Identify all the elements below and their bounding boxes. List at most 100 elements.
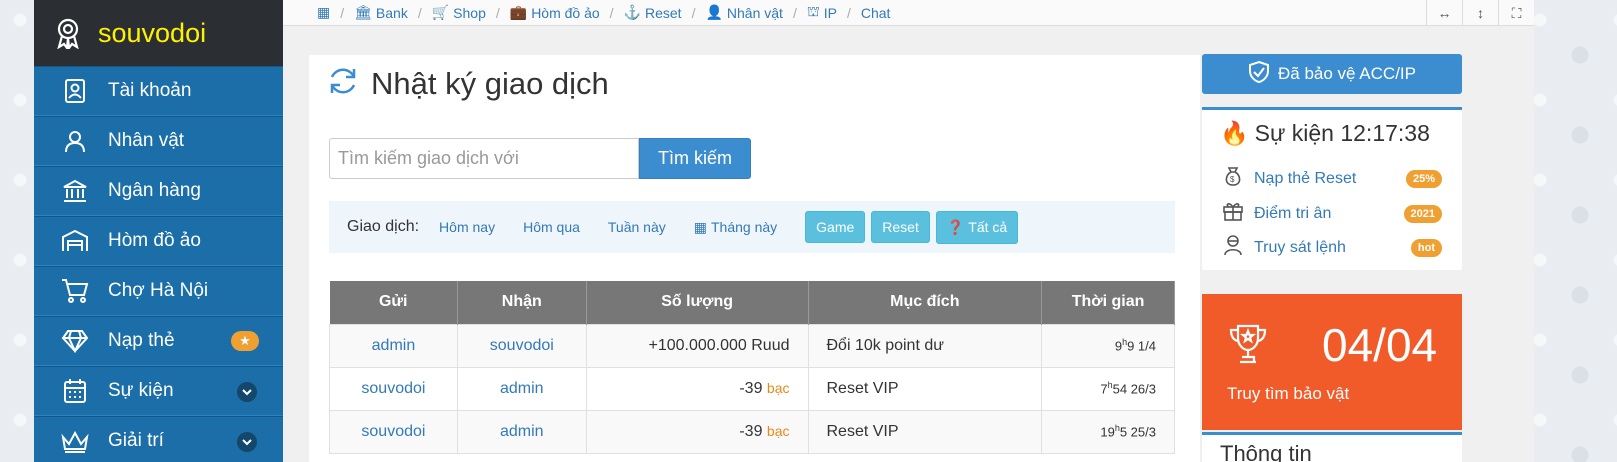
amount: -39 [739,422,763,440]
ninja-icon [1222,234,1244,261]
protect-button[interactable]: Đã bảo vệ ACC/IP [1202,54,1462,94]
filter-this-week[interactable]: Tuần này [608,219,666,235]
filter-label: Giao dịch: [347,218,420,235]
question-icon: ❓ [946,218,965,235]
info-title: Thông tin [1220,441,1312,462]
money-bag-icon: $ [1222,165,1244,192]
star-badge-icon: ★ [231,331,259,351]
to-link[interactable]: admin [500,423,544,440]
amount: +100.000.000 Ruud [648,336,790,354]
filter-this-month[interactable]: ▦ Tháng này [694,219,777,236]
breadcrumb-calendar[interactable]: ▦ [317,4,330,21]
user-card-icon [60,76,90,106]
warehouse-icon [60,226,90,256]
chevron-down-icon[interactable] [237,432,257,452]
crown-icon [60,426,90,456]
fullscreen-icon[interactable]: ⛶ [1498,0,1534,26]
event-badge: hot [1410,238,1442,257]
ip-icon: ⛫ [806,3,820,19]
user-icon [60,126,90,156]
event-title: 🔥 Sự kiện 12:17:38 [1220,120,1430,146]
breadcrumb-inventory[interactable]: 💼 Hòm đồ ảo [510,4,600,21]
brand[interactable]: souvodoi [34,0,283,66]
from-link[interactable]: admin [372,337,416,354]
brand-name: souvodoi [98,17,207,48]
filter-reset-button[interactable]: Reset [871,211,930,243]
currency-unit: bạc [766,379,790,396]
search-button[interactable]: Tìm kiếm [639,138,751,179]
sidebar-item-label: Giải trí [108,430,164,451]
to-link[interactable]: admin [500,380,544,397]
shield-check-icon [1248,60,1270,89]
trophy-icon [1226,322,1270,371]
sidebar-item-label: Tài khoản [108,80,192,101]
treasure-date: 04/04 [1322,319,1438,371]
col-to: Nhận [457,281,587,324]
from-link[interactable]: souvodoi [361,423,425,440]
filter-bar: Giao dịch: Hôm nay Hôm qua Tuần này ▦ Thá… [329,201,1175,253]
refresh-icon[interactable] [327,65,359,102]
breadcrumb-character[interactable]: 👤 Nhân vật [705,4,782,21]
sidebar-item-account[interactable]: Tài khoản [34,66,283,116]
breadcrumb-bank[interactable]: 🏛 Bank [354,4,408,21]
calendar-icon: ▦ [693,218,707,235]
purpose: Reset VIP [826,422,899,440]
bank-icon: 🏛 [354,4,372,20]
filter-today[interactable]: Hôm nay [439,219,495,235]
diamond-icon [60,326,90,356]
sidebar-item-entertainment[interactable]: Giải trí [34,416,283,462]
sidebar-item-label: Sự kiện [108,380,174,401]
table-row: souvodoi admin -39 bạc Reset VIP 7h54 26… [329,366,1175,411]
col-time: Thời gian [1041,281,1175,324]
search-group: Tìm kiếm [329,138,751,179]
event-item-hunt[interactable]: Truy sát lệnh hot [1222,234,1442,261]
sidebar-item-market[interactable]: Chợ Hà Nội [34,266,283,316]
sidebar-item-events[interactable]: Sự kiện [34,366,283,416]
info-panel: Thông tin [1202,432,1462,462]
to-link[interactable]: souvodoi [490,337,554,354]
sidebar-item-label: Nạp thẻ [108,330,175,351]
sidebar-item-label: Nhân vật [108,130,185,151]
purpose: Đổi 10k point dư [826,336,944,354]
breadcrumb-chat[interactable]: Chat [861,5,891,21]
award-icon [54,17,82,49]
filter-yesterday[interactable]: Hôm qua [523,219,580,235]
toolbar: ↔ ↕ ⛶ [1426,0,1534,26]
sidebar-item-label: Chợ Hà Nội [108,280,209,301]
sidebar-item-inventory[interactable]: Hòm đồ ảo [34,216,283,266]
purpose: Reset VIP [826,379,899,397]
event-item-gratitude[interactable]: Điểm tri ân 2021 [1222,200,1442,227]
breadcrumb-shop[interactable]: 🛒 Shop [432,4,486,21]
treasure-panel[interactable]: 04/04 Truy tìm bảo vật [1202,294,1462,430]
calendar-icon: ▦ [317,4,331,20]
breadcrumb-ip[interactable]: ⛫ IP [807,3,837,22]
event-badge: 2021 [1403,204,1442,223]
main-panel: Nhật ký giao dịch Tìm kiếm Giao dịch: Hô… [309,55,1200,462]
anchor-icon: ⚓ [623,4,641,20]
table-header-row: Gửi Nhận Số lượng Mục đích Thời gian [329,281,1175,324]
time: 19h5 25/3 [1041,409,1175,454]
sidebar-item-topup[interactable]: Nạp thẻ ★ [34,316,283,366]
page-title: Nhật ký giao dịch [371,65,609,101]
table-row: souvodoi admin -39 bạc Reset VIP 19h5 25… [329,409,1175,454]
cart-icon: 🛒 [431,4,450,20]
filter-game-button[interactable]: Game [805,211,866,243]
resize-vertical-icon[interactable]: ↕ [1462,0,1498,26]
search-input[interactable] [329,138,639,179]
resize-horizontal-icon[interactable]: ↔ [1426,0,1462,26]
sidebar-item-bank[interactable]: Ngân hàng [34,166,283,216]
filter-all-button[interactable]: ❓ Tất cả [935,210,1019,244]
chevron-down-icon[interactable] [237,382,257,402]
event-panel: 🔥 Sự kiện 12:17:38 $ Nạp thẻ Reset 25% Đ… [1202,107,1462,270]
from-link[interactable]: souvodoi [361,380,425,397]
table-row: admin souvodoi +100.000.000 Ruud Đổi 10k… [329,323,1175,368]
col-amount: Số lượng [586,281,809,324]
bank-icon [60,176,90,206]
breadcrumb: ▦ / 🏛 Bank / 🛒 Shop / 💼 Hòm đồ ảo / ⚓ Reset … [283,0,1534,26]
breadcrumb-reset[interactable]: ⚓ Reset [624,4,682,21]
fire-icon: 🔥 [1220,120,1249,146]
amount: -39 [739,379,763,397]
sidebar-item-character[interactable]: Nhân vật [34,116,283,166]
page-header: Nhật ký giao dịch [327,65,609,102]
event-item-topup-reset[interactable]: $ Nạp thẻ Reset 25% [1222,165,1442,192]
